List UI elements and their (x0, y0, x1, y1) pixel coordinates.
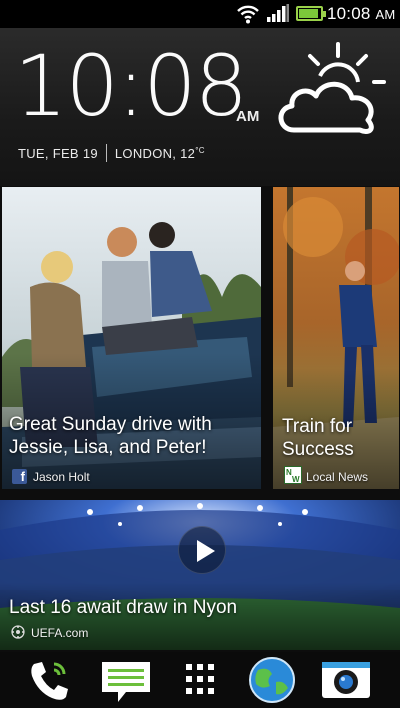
clock-weather-widget[interactable]: 10:08 AM TUE, FEB 19 LONDON, 12°C (0, 28, 400, 186)
messages-icon[interactable] (100, 656, 152, 704)
temp-unit: °C (195, 146, 205, 155)
local-news-icon: N W (284, 466, 302, 484)
feed-tile-local-news[interactable]: Train for Success N W Local News (273, 187, 399, 489)
dock (0, 652, 400, 708)
feed-tile-source: UEFA.com (31, 626, 89, 640)
status-bar: 10:08 AM (0, 0, 400, 28)
phone-icon[interactable] (24, 656, 76, 704)
uefa-icon (11, 625, 25, 639)
signal-icon (267, 4, 289, 22)
feed-tile-title: Last 16 await draw in Nyon (9, 597, 238, 618)
status-time: 10:08 AM (327, 4, 396, 23)
location-temp: LONDON, 12 (114, 146, 196, 161)
date-location: TUE, FEB 19 LONDON, 12°C (18, 144, 205, 162)
date-label: TUE, FEB 19 (18, 146, 98, 161)
feed-tile-title: Train for Success (282, 416, 354, 460)
browser-icon[interactable] (246, 656, 298, 704)
feed-tile-source: Jason Holt (33, 470, 90, 484)
battery-icon (296, 6, 326, 21)
app-drawer-icon[interactable] (174, 656, 226, 704)
clock-ampm: AM (236, 108, 260, 125)
feed-tile-uefa[interactable]: Last 16 await draw in Nyon UEFA.com (0, 500, 400, 650)
feed-tile-source: Local News (306, 470, 369, 484)
play-icon[interactable] (178, 526, 226, 574)
wifi-icon (237, 5, 259, 24)
clock-time: 10:08 (14, 37, 248, 135)
feed-tile-facebook[interactable]: Great Sunday drive with Jessie, Lisa, an… (2, 187, 261, 489)
svg-text:W: W (292, 475, 300, 484)
partly-cloudy-icon[interactable] (272, 38, 388, 136)
feed-tile-title: Great Sunday drive with Jessie, Lisa, an… (9, 414, 212, 458)
facebook-icon: f (12, 469, 27, 484)
camera-icon[interactable] (320, 656, 372, 704)
divider (105, 144, 107, 162)
